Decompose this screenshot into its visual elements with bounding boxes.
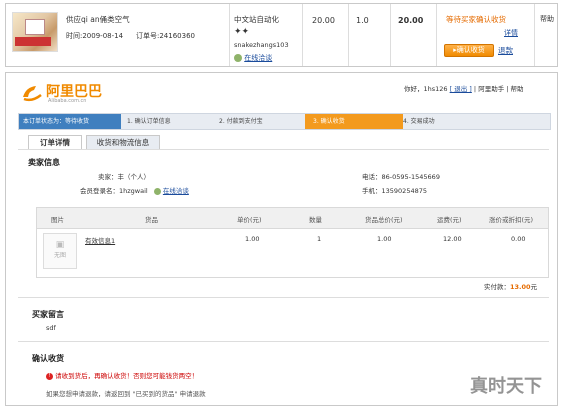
help-link[interactable]: 帮助 — [540, 14, 554, 24]
buyer-message-title: 买家留言 — [32, 310, 64, 319]
step-4: 4. 交易成功 — [403, 118, 435, 125]
quantity: 1.0 — [356, 16, 369, 25]
col-adjust: 涨价或折扣(元) — [489, 216, 534, 224]
assistant-link[interactable]: 阿里助手 — [478, 85, 504, 93]
cell-adjust: 0.00 — [511, 235, 526, 243]
seller-info-title: 卖家信息 — [28, 158, 60, 167]
seller-site: 中文站自动化 — [234, 15, 279, 24]
divider — [18, 341, 549, 342]
total-price: 20.00 — [398, 16, 424, 25]
logo-subtext: Alibaba.com.cn — [48, 98, 87, 104]
col-quantity: 数量 — [309, 216, 322, 224]
step-intro: 本订单状态为：等待收货 — [19, 114, 121, 129]
table-row: ▣ 无图 有效信息1 1.00 1 1.00 12.00 0.00 — [36, 227, 549, 278]
goods-table-header: 图片 货品 单价(元) 数量 货品总价(元) 运费(元) 涨价或折扣(元) — [36, 207, 549, 229]
supplier-name[interactable]: 供应qi an俑类空气 — [66, 14, 130, 25]
step-2: 2. 付款到支付宝 — [219, 118, 263, 125]
order-time: 时间:2009-08-14 — [66, 32, 124, 40]
refund-note: 如果您想申请退款，请返回到 "已买到的货品" 申请退款 — [46, 390, 206, 398]
confirm-section-title: 确认收货 — [32, 354, 64, 363]
cell-quantity: 1 — [317, 235, 322, 243]
order-number: 订单号:24160360 — [136, 32, 195, 40]
seller-row: 卖家：丰（个人） — [98, 173, 150, 181]
divider — [436, 4, 437, 66]
confirm-receipt-button[interactable]: ▸确认收货 — [444, 44, 494, 57]
order-status: 等待买家确认收货 — [446, 15, 506, 24]
chat-link[interactable]: 在线洽谈 — [163, 187, 189, 195]
chat-icon — [153, 187, 161, 195]
greeting: 你好， — [404, 85, 424, 93]
divider — [18, 297, 549, 298]
cell-total: 1.00 — [377, 235, 392, 243]
details-link[interactable]: 详情 — [504, 28, 518, 38]
camera-icon: ▣ — [55, 240, 65, 250]
col-shipping: 运费(元) — [437, 216, 462, 224]
tab-underline — [18, 149, 549, 150]
product-thumbnail[interactable] — [12, 12, 58, 52]
order-detail-page: 阿里巴巴 Alibaba.com.cn 你好，1hs126 [ 退出 ] | 阿… — [5, 72, 558, 406]
col-image: 图片 — [51, 216, 64, 224]
no-image-placeholder: ▣ 无图 — [43, 233, 77, 269]
paid-amount: 实付款：13.00元 — [484, 283, 538, 291]
col-unit-price: 单价(元) — [237, 216, 262, 224]
col-total: 货品总价(元) — [365, 216, 403, 224]
step-3-active: 3. 确认收货 — [305, 114, 403, 129]
goods-name-link[interactable]: 有效信息1 — [85, 235, 115, 245]
step-1: 1. 确认订单信息 — [127, 118, 171, 125]
cell-shipping: 12.00 — [443, 235, 462, 243]
tab-order-details[interactable]: 订单详情 — [28, 135, 82, 150]
member-row: 会员登录名：1hzgwail 在线洽谈 — [80, 187, 189, 195]
warning-icon: ! — [46, 372, 53, 380]
username[interactable]: 1hs126 — [424, 85, 448, 93]
mobile-row: 手机：13590254875 — [362, 187, 427, 195]
order-summary-strip: 供应qi an俑类空气 时间:2009-08-14 订单号:24160360 中… — [5, 3, 558, 67]
buyer-message-text: sdf — [46, 324, 56, 332]
help-link[interactable]: 帮助 — [511, 85, 524, 93]
logout-link[interactable]: [ 退出 ] — [450, 85, 472, 93]
alibaba-logo[interactable]: 阿里巴巴 Alibaba.com.cn — [20, 81, 130, 107]
order-progress-bar: 本订单状态为：等待收货 1. 确认订单信息 2. 付款到支付宝 3. 确认收货 … — [18, 113, 551, 130]
cell-unit-price: 1.00 — [245, 235, 260, 243]
col-goods: 货品 — [145, 216, 158, 224]
seller-id: snakezhangs103 — [234, 41, 289, 49]
refund-link[interactable]: 退款 — [498, 45, 513, 56]
chat-link[interactable]: 在线洽谈 — [234, 53, 272, 63]
alibaba-logo-icon — [20, 83, 44, 103]
seller-badge-icon: ✦✦ — [234, 27, 250, 37]
divider — [348, 4, 349, 66]
user-bar: 你好，1hs126 [ 退出 ] | 阿里助手 | 帮助 — [404, 85, 524, 93]
divider — [302, 4, 303, 66]
divider — [390, 4, 391, 66]
watermark: 真时天下 — [470, 376, 542, 397]
phone-row: 电话：86-0595-1545669 — [362, 173, 440, 181]
unit-price: 20.00 — [312, 16, 335, 25]
divider — [534, 4, 535, 66]
confirm-warning: ! 请收到货后，再确认收货！否则您可能钱货两空！ — [46, 370, 198, 380]
chat-icon — [234, 54, 242, 62]
divider — [229, 4, 230, 66]
tab-shipping-info[interactable]: 收货和物流信息 — [86, 135, 160, 150]
